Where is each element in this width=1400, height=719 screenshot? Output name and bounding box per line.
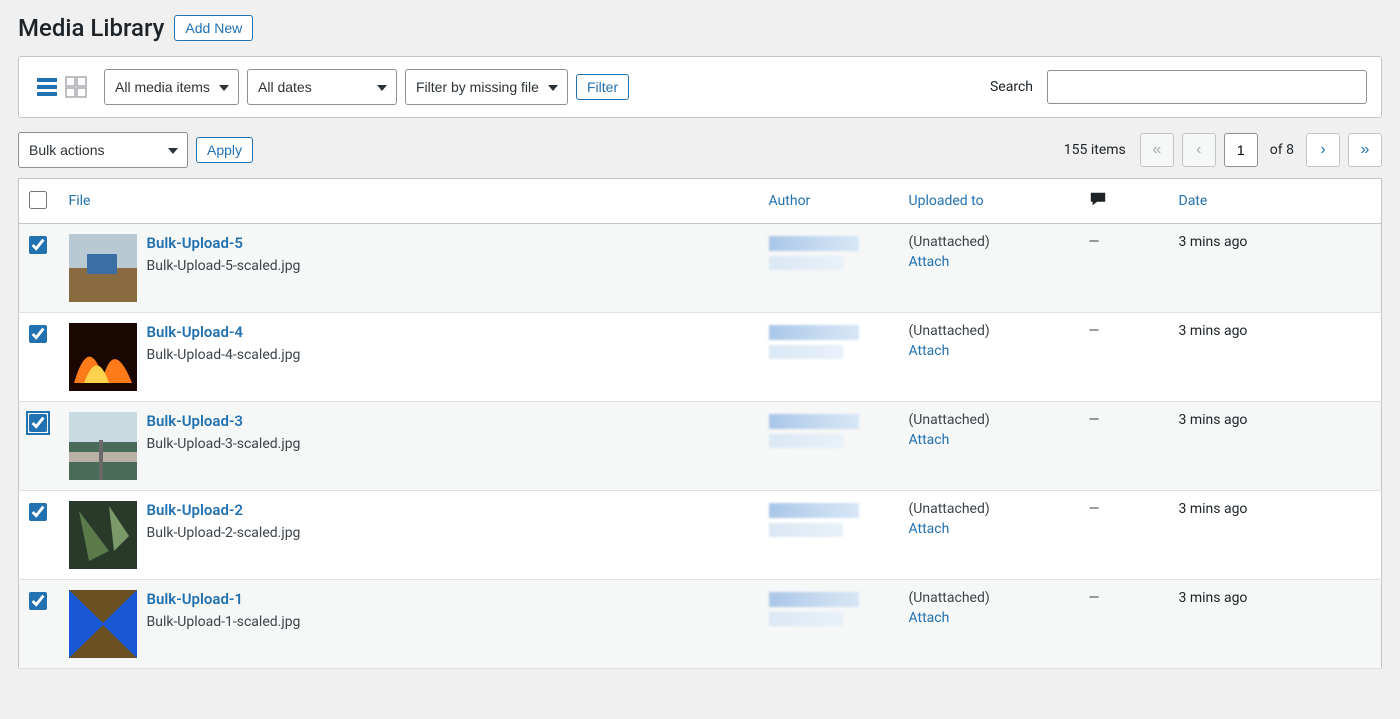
comments-count: — bbox=[1089, 412, 1100, 428]
select-all-checkbox[interactable] bbox=[29, 191, 47, 209]
date-value: 3 mins ago bbox=[1179, 234, 1248, 250]
add-new-button[interactable]: Add New bbox=[174, 15, 253, 41]
author-redacted bbox=[769, 434, 843, 448]
comments-count: — bbox=[1089, 590, 1100, 606]
page-first-button[interactable]: « bbox=[1140, 133, 1174, 167]
file-title-link[interactable]: Bulk-Upload-5 bbox=[147, 234, 243, 252]
list-view-icon[interactable] bbox=[33, 73, 61, 101]
attach-link[interactable]: Attach bbox=[909, 254, 950, 270]
date-value: 3 mins ago bbox=[1179, 501, 1248, 517]
page-number-input[interactable] bbox=[1224, 133, 1258, 167]
uploaded-status: (Unattached) bbox=[909, 234, 1069, 250]
apply-button[interactable]: Apply bbox=[196, 137, 253, 163]
filter-button[interactable]: Filter bbox=[576, 74, 629, 100]
column-uploaded-to[interactable]: Uploaded to bbox=[899, 179, 1079, 224]
comment-icon bbox=[1089, 196, 1107, 212]
column-author[interactable]: Author bbox=[759, 179, 899, 224]
media-table: File Author Uploaded to Date Bulk-Upload… bbox=[18, 178, 1382, 669]
attach-link[interactable]: Attach bbox=[909, 343, 950, 359]
column-comments[interactable] bbox=[1079, 179, 1169, 224]
page-title: Media Library bbox=[18, 14, 164, 42]
file-title-link[interactable]: Bulk-Upload-1 bbox=[147, 590, 243, 608]
file-title-link[interactable]: Bulk-Upload-4 bbox=[147, 323, 243, 341]
missing-file-filter[interactable]: Filter by missing file bbox=[405, 69, 568, 105]
table-row: Bulk-Upload-3 Bulk-Upload-3-scaled.jpg (… bbox=[19, 402, 1382, 491]
filter-toolbar: All media items All dates Filter by miss… bbox=[18, 56, 1382, 118]
date-filter[interactable]: All dates bbox=[247, 69, 397, 105]
date-value: 3 mins ago bbox=[1179, 412, 1248, 428]
author-redacted bbox=[769, 345, 843, 359]
table-row: Bulk-Upload-2 Bulk-Upload-2-scaled.jpg (… bbox=[19, 491, 1382, 580]
file-name: Bulk-Upload-5-scaled.jpg bbox=[147, 258, 301, 274]
page-total-label: of 8 bbox=[1270, 142, 1294, 158]
author-redacted bbox=[769, 256, 843, 270]
page-last-button[interactable]: » bbox=[1348, 133, 1382, 167]
author-redacted bbox=[769, 325, 859, 340]
media-thumbnail[interactable] bbox=[69, 501, 137, 569]
file-title-link[interactable]: Bulk-Upload-2 bbox=[147, 501, 243, 519]
media-thumbnail[interactable] bbox=[69, 234, 137, 302]
table-row: Bulk-Upload-5 Bulk-Upload-5-scaled.jpg (… bbox=[19, 224, 1382, 313]
bulk-actions-select[interactable]: Bulk actions bbox=[18, 132, 188, 168]
table-row: Bulk-Upload-4 Bulk-Upload-4-scaled.jpg (… bbox=[19, 313, 1382, 402]
search-label: Search bbox=[990, 79, 1033, 95]
file-name: Bulk-Upload-2-scaled.jpg bbox=[147, 525, 301, 541]
comments-count: — bbox=[1089, 234, 1100, 250]
author-redacted bbox=[769, 236, 859, 251]
items-count: 155 items bbox=[1064, 142, 1126, 158]
row-checkbox[interactable] bbox=[29, 414, 47, 432]
page-next-button[interactable]: › bbox=[1306, 133, 1340, 167]
page-prev-button[interactable]: ‹ bbox=[1182, 133, 1216, 167]
row-checkbox[interactable] bbox=[29, 592, 47, 610]
media-thumbnail[interactable] bbox=[69, 412, 137, 480]
author-redacted bbox=[769, 414, 859, 429]
table-row: Bulk-Upload-1 Bulk-Upload-1-scaled.jpg (… bbox=[19, 580, 1382, 669]
media-thumbnail[interactable] bbox=[69, 323, 137, 391]
comments-count: — bbox=[1089, 501, 1100, 517]
media-thumbnail[interactable] bbox=[69, 590, 137, 658]
column-file[interactable]: File bbox=[59, 179, 759, 224]
row-checkbox[interactable] bbox=[29, 325, 47, 343]
author-redacted bbox=[769, 592, 859, 607]
author-redacted bbox=[769, 523, 843, 537]
attach-link[interactable]: Attach bbox=[909, 521, 950, 537]
uploaded-status: (Unattached) bbox=[909, 323, 1069, 339]
file-name: Bulk-Upload-4-scaled.jpg bbox=[147, 347, 301, 363]
comments-count: — bbox=[1089, 323, 1100, 339]
grid-view-icon[interactable] bbox=[62, 73, 90, 101]
date-value: 3 mins ago bbox=[1179, 323, 1248, 339]
file-name: Bulk-Upload-1-scaled.jpg bbox=[147, 614, 301, 630]
uploaded-status: (Unattached) bbox=[909, 501, 1069, 517]
uploaded-status: (Unattached) bbox=[909, 590, 1069, 606]
media-type-filter[interactable]: All media items bbox=[104, 69, 239, 105]
attach-link[interactable]: Attach bbox=[909, 610, 950, 626]
file-title-link[interactable]: Bulk-Upload-3 bbox=[147, 412, 243, 430]
file-name: Bulk-Upload-3-scaled.jpg bbox=[147, 436, 301, 452]
row-checkbox[interactable] bbox=[29, 236, 47, 254]
row-checkbox[interactable] bbox=[29, 503, 47, 521]
column-date[interactable]: Date bbox=[1169, 179, 1382, 224]
date-value: 3 mins ago bbox=[1179, 590, 1248, 606]
uploaded-status: (Unattached) bbox=[909, 412, 1069, 428]
author-redacted bbox=[769, 503, 859, 518]
author-redacted bbox=[769, 612, 843, 626]
attach-link[interactable]: Attach bbox=[909, 432, 950, 448]
search-input[interactable] bbox=[1047, 70, 1367, 104]
